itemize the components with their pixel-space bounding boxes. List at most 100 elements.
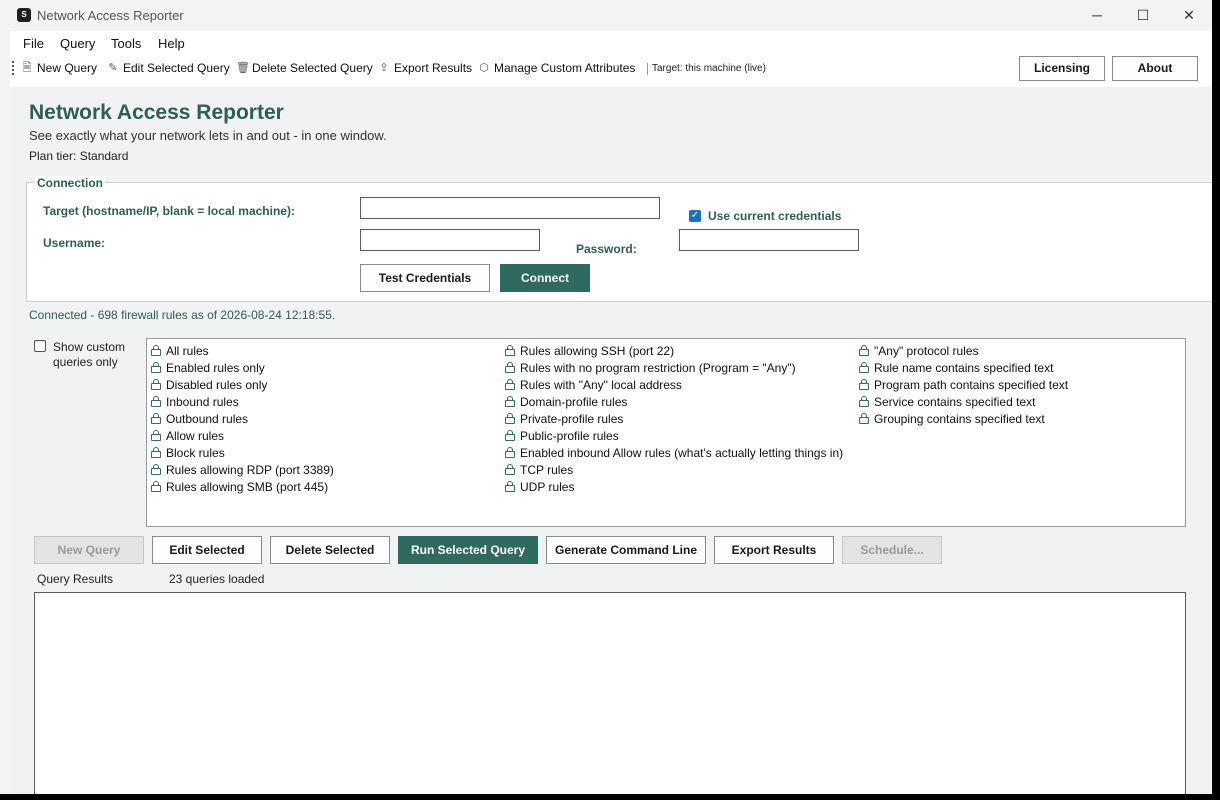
- menu-query[interactable]: Query: [60, 36, 95, 51]
- query-item[interactable]: Enabled rules only: [151, 359, 334, 376]
- query-item-label: Enabled inbound Allow rules (what's actu…: [520, 445, 844, 460]
- lock-icon: [151, 396, 161, 407]
- password-input[interactable]: [679, 229, 859, 251]
- connect-button[interactable]: Connect: [500, 264, 590, 292]
- query-item[interactable]: Enabled inbound Allow rules (what's actu…: [505, 444, 843, 461]
- query-item[interactable]: Rules allowing RDP (port 3389): [151, 461, 334, 478]
- query-item[interactable]: Service contains specified text: [859, 393, 1068, 410]
- query-item-label: Rules allowing SSH (port 22): [520, 343, 675, 358]
- menu-help[interactable]: Help: [158, 36, 185, 51]
- lock-icon: [151, 345, 161, 356]
- edit-selected-button[interactable]: Edit Selected: [152, 536, 262, 564]
- toolbar-export-results[interactable]: ⇪ Export Results: [378, 61, 472, 75]
- query-item[interactable]: Block rules: [151, 444, 334, 461]
- query-item-label: Allow rules: [166, 428, 225, 443]
- use-current-credentials-checkbox[interactable]: ✓: [689, 210, 701, 222]
- query-item[interactable]: Grouping contains specified text: [859, 410, 1068, 427]
- run-selected-query-button[interactable]: Run Selected Query: [398, 536, 538, 564]
- delete-selected-button[interactable]: Delete Selected: [270, 536, 390, 564]
- query-item[interactable]: Private-profile rules: [505, 410, 843, 427]
- lock-icon: [151, 447, 161, 458]
- target-input[interactable]: [360, 197, 660, 219]
- toolbar-export-label: Export Results: [394, 61, 473, 75]
- generate-command-line-button[interactable]: Generate Command Line: [546, 536, 706, 564]
- query-item-label: All rules: [166, 343, 209, 358]
- lock-icon: [505, 481, 515, 492]
- toolbar-new-query-label: New Query: [37, 61, 98, 75]
- query-item-label: Disabled rules only: [166, 377, 268, 392]
- test-credentials-button[interactable]: Test Credentials: [360, 264, 490, 292]
- lock-icon: [859, 396, 869, 407]
- password-label: Password:: [576, 242, 637, 256]
- show-custom-checkbox[interactable]: [34, 340, 46, 352]
- query-item[interactable]: Rules with "Any" local address: [505, 376, 843, 393]
- export-results-button[interactable]: Export Results: [714, 536, 834, 564]
- query-item[interactable]: Rule name contains specified text: [859, 359, 1068, 376]
- query-item-label: Rules with "Any" local address: [520, 377, 682, 392]
- lock-icon: [859, 345, 869, 356]
- lock-icon: [151, 481, 161, 492]
- query-item-label: Rules allowing RDP (port 3389): [166, 462, 334, 477]
- window-title: Network Access Reporter: [37, 8, 184, 23]
- query-item[interactable]: Allow rules: [151, 427, 334, 444]
- query-item[interactable]: Domain-profile rules: [505, 393, 843, 410]
- minimize-button[interactable]: ─: [1074, 0, 1120, 31]
- query-column-3: "Any" protocol rules Rule name contains s…: [859, 342, 1068, 427]
- maximize-button[interactable]: ☐: [1120, 0, 1166, 31]
- licensing-button[interactable]: Licensing: [1019, 56, 1105, 81]
- toolbar-new-query[interactable]: 🗎 New Query: [21, 61, 97, 75]
- lock-icon: [151, 413, 161, 424]
- username-label: Username:: [43, 236, 106, 250]
- query-list[interactable]: All rules Enabled rules only Disabled rule…: [146, 338, 1186, 527]
- queries-count: 23 queries loaded: [169, 572, 265, 586]
- lock-icon: [505, 396, 515, 407]
- query-item[interactable]: Outbound rules: [151, 410, 334, 427]
- toolbar-delete-selected-query[interactable]: 🗑 Delete Selected Query: [236, 61, 373, 75]
- use-current-credentials-label[interactable]: Use current credentials: [708, 209, 841, 223]
- lock-icon: [505, 413, 515, 424]
- query-item[interactable]: All rules: [151, 342, 334, 359]
- show-custom-label[interactable]: Show custom queries only: [53, 340, 138, 370]
- toolbar: 🗎 New Query ✎ Edit Selected Query 🗑 Dele…: [10, 55, 1212, 87]
- app-icon: S: [17, 8, 31, 22]
- query-item-label: Block rules: [166, 445, 225, 460]
- toolbar-edit-label: Edit Selected Query: [123, 61, 230, 75]
- app-window: S Network Access Reporter ─ ☐ ✕ File Que…: [0, 0, 1212, 794]
- main-panel: Network Access Reporter See exactly what…: [10, 87, 1212, 794]
- query-item-label: Grouping contains specified text: [874, 411, 1045, 426]
- query-item[interactable]: Program path contains specified text: [859, 376, 1068, 393]
- query-item[interactable]: UDP rules: [505, 478, 843, 495]
- query-item[interactable]: Rules with no program restriction (Progr…: [505, 359, 843, 376]
- toolbar-edit-selected-query[interactable]: ✎ Edit Selected Query: [107, 61, 230, 75]
- trash-icon: 🗑: [236, 62, 250, 74]
- lock-icon: [505, 345, 515, 356]
- lock-icon: [505, 430, 515, 441]
- close-button[interactable]: ✕: [1166, 0, 1212, 31]
- query-column-1: All rules Enabled rules only Disabled rule…: [151, 342, 334, 495]
- query-item[interactable]: "Any" protocol rules: [859, 342, 1068, 359]
- query-item[interactable]: Rules allowing SMB (port 445): [151, 478, 334, 495]
- query-item[interactable]: Disabled rules only: [151, 376, 334, 393]
- query-item-label: Rule name contains specified text: [874, 360, 1054, 375]
- about-button[interactable]: About: [1112, 56, 1198, 81]
- target-indicator: Target: this machine (live): [652, 63, 766, 74]
- query-item[interactable]: TCP rules: [505, 461, 843, 478]
- query-item[interactable]: Public-profile rules: [505, 427, 843, 444]
- menu-file[interactable]: File: [23, 36, 44, 51]
- username-input[interactable]: [360, 229, 540, 251]
- query-item-label: Service contains specified text: [874, 394, 1036, 409]
- toolbar-grip[interactable]: [12, 61, 16, 75]
- query-item[interactable]: Inbound rules: [151, 393, 334, 410]
- menu-tools[interactable]: Tools: [111, 36, 141, 51]
- new-query-icon: 🗎: [22, 62, 32, 74]
- page-subtitle: See exactly what your network lets in an…: [29, 128, 387, 143]
- plan-tier: Plan tier: Standard: [29, 149, 129, 163]
- query-item[interactable]: Rules allowing SSH (port 22): [505, 342, 843, 359]
- pencil-icon: ✎: [108, 62, 118, 74]
- toolbar-manage-custom-attributes[interactable]: ⬡ Manage Custom Attributes: [478, 61, 635, 75]
- new-query-button[interactable]: New Query: [34, 536, 144, 564]
- query-item-label: Domain-profile rules: [520, 394, 628, 409]
- results-area[interactable]: [34, 592, 1186, 794]
- schedule-button[interactable]: Schedule...: [842, 536, 942, 564]
- query-item-label: UDP rules: [520, 479, 575, 494]
